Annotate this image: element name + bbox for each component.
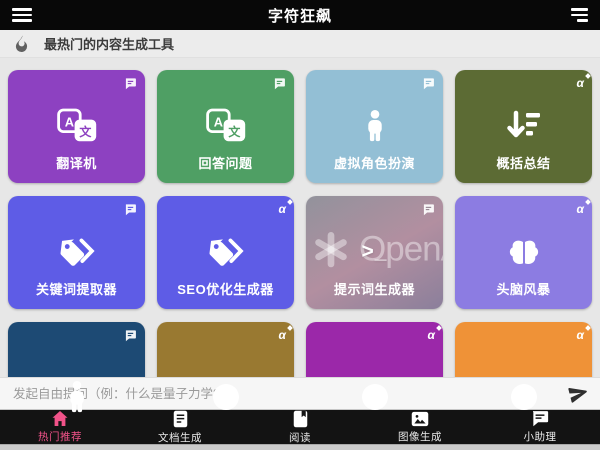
svg-text:文: 文 [228, 124, 241, 139]
svg-text:A: A [64, 114, 73, 129]
dot-icon [211, 379, 241, 415]
nav-item-book[interactable]: 阅读 [240, 410, 360, 444]
alpha-sparkle-icon: α [577, 77, 584, 89]
dot-icon [360, 379, 390, 415]
menu-icon[interactable] [12, 8, 32, 22]
alpha-sparkle-icon: α [577, 329, 584, 341]
flame-icon [14, 35, 29, 52]
home-indicator-strip [0, 444, 600, 450]
tool-card-label: 提示词生成器 [334, 279, 415, 298]
alpha-sparkle-icon: α [279, 329, 286, 341]
tool-card[interactable]: α SEO优化生成器 [157, 196, 294, 309]
top-bar: 字符狂飙 [0, 0, 600, 30]
tool-card[interactable]: 虚拟角色扮演 [306, 70, 443, 183]
tool-card[interactable]: A文 回答问题 [157, 70, 294, 183]
alpha-sparkle-icon: α [428, 329, 435, 341]
chat-bubble-icon [273, 77, 286, 90]
tool-card-label: 概括总结 [496, 153, 550, 172]
nav-item-label: 小助理 [524, 429, 557, 444]
chat-bubble-icon [422, 203, 435, 216]
section-header: 最热门的内容生成工具 [0, 30, 600, 58]
image-icon [411, 411, 429, 427]
tool-card[interactable]: α 头脑风暴 [455, 196, 592, 309]
section-title: 最热门的内容生成工具 [44, 34, 174, 53]
nav-item-home[interactable]: 热门推荐 [0, 410, 120, 444]
tool-card[interactable]: 关键词提取器 [8, 196, 145, 309]
nav-item-chat[interactable]: 小助理 [480, 410, 600, 444]
svg-text:文: 文 [79, 124, 92, 139]
tool-card[interactable]: OpenAI >_ 提示词生成器 [306, 196, 443, 309]
chat-bubble-icon [124, 203, 137, 216]
tool-card-label: 翻译机 [56, 153, 97, 172]
tool-card[interactable]: α 概括总结 [455, 70, 592, 183]
nav-item-label: 文档生成 [158, 430, 202, 445]
person-icon [64, 379, 90, 415]
terminal-icon: >_ [362, 234, 388, 270]
menu-icon[interactable] [568, 8, 588, 22]
tag-icon [58, 234, 96, 270]
nav-item-label: 阅读 [289, 430, 311, 445]
person-icon [362, 108, 388, 144]
svg-text:A: A [213, 114, 222, 129]
dot-icon [509, 379, 539, 415]
nav-item-document[interactable]: 文档生成 [120, 410, 240, 444]
app-window: 字符狂飙 最热门的内容生成工具 A文 翻译机 A文 回答问题 虚拟角色扮演 α … [0, 0, 600, 450]
nav-item-image[interactable]: 图像生成 [360, 410, 480, 444]
translate-icon: A文 [57, 108, 97, 144]
summarize-icon [506, 108, 542, 144]
app-title: 字符狂飙 [0, 5, 600, 26]
document-icon [173, 410, 188, 428]
chat-bubble-icon [124, 77, 137, 90]
tool-card-label: 关键词提取器 [36, 279, 117, 298]
alpha-sparkle-icon: α [279, 203, 286, 215]
tool-card-label: 头脑风暴 [496, 279, 550, 298]
send-icon[interactable] [568, 383, 589, 404]
tool-card[interactable]: A文 翻译机 [8, 70, 145, 183]
nav-item-label: 图像生成 [398, 429, 442, 444]
chat-bubble-icon [422, 77, 435, 90]
tag-icon [207, 234, 245, 270]
tool-card-label: SEO优化生成器 [177, 279, 273, 298]
book-icon [293, 410, 308, 428]
translate-icon: A文 [206, 108, 246, 144]
bottom-nav: 热门推荐 文档生成 阅读 图像生成 小助理 [0, 410, 600, 444]
tool-card-label: 回答问题 [198, 153, 252, 172]
brain-icon [507, 234, 541, 270]
chat-bubble-icon [124, 329, 137, 342]
nav-item-label: 热门推荐 [38, 429, 82, 444]
tool-card-label: 虚拟角色扮演 [334, 153, 415, 172]
alpha-sparkle-icon: α [577, 203, 584, 215]
free-question-input[interactable] [11, 386, 560, 402]
